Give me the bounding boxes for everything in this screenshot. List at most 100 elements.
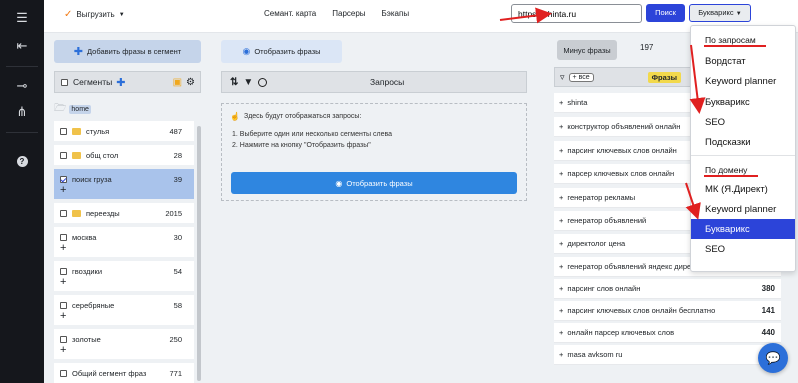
nav-backups[interactable]: Бэкапы	[382, 9, 410, 18]
phrase-text: генератор объявлений	[567, 216, 647, 225]
segment-item[interactable]: золотые 250 +	[54, 329, 194, 359]
nav-semantic-map[interactable]: Семант. карта	[264, 9, 316, 18]
add-phrases-to-segment-button[interactable]: ✚ Добавить фразы в сегмент	[54, 40, 201, 63]
filter-all-button[interactable]: + все	[568, 72, 594, 82]
segment-item[interactable]: Общий сегмент фраз 771	[54, 363, 194, 383]
segment-item[interactable]: гвоздики 54 +	[54, 261, 194, 291]
add-phrase-plus-icon[interactable]: +	[60, 345, 66, 356]
phrase-row[interactable]: + masa avksom ru	[554, 345, 781, 365]
plus-icon[interactable]: +	[559, 239, 563, 248]
key-icon[interactable]: ⊸	[12, 76, 32, 96]
menu-item-seo[interactable]: SEO	[691, 112, 795, 132]
segment-item[interactable]: поиск груза 39 +	[54, 169, 194, 199]
phrase-row[interactable]: + парсинг слов онлайн 380	[554, 279, 781, 299]
pointing-hand-icon: ☝	[230, 112, 240, 121]
menu-item-keyword-planner[interactable]: Keyword planner	[691, 71, 795, 91]
url-input[interactable]	[511, 4, 642, 23]
phrase-count: 197	[640, 43, 654, 52]
segment-count: 28	[173, 151, 182, 160]
plus-icon[interactable]: +	[559, 350, 563, 359]
segment-checkbox[interactable]	[60, 128, 67, 135]
segment-checkbox[interactable]	[60, 234, 67, 241]
annotation-underline	[704, 175, 758, 177]
plus-icon[interactable]: +	[559, 98, 563, 107]
main-area: ✚ Добавить фразы в сегмент Сегменты ✚ ▣ …	[44, 33, 554, 383]
phrase-row[interactable]: + парсинг ключевых слов онлайн бесплатно 1…	[554, 301, 781, 321]
plus-icon[interactable]: +	[559, 328, 563, 337]
segment-item[interactable]: серебряные 58 +	[54, 295, 194, 325]
segment-checkbox[interactable]	[60, 370, 67, 377]
add-phrase-plus-icon[interactable]: +	[60, 185, 66, 196]
show-phrases-label: Отобразить фразы	[254, 47, 321, 56]
plus-icon[interactable]: +	[559, 284, 563, 293]
minus-phrases-button[interactable]: Минус фразы	[557, 40, 617, 60]
filter-icon[interactable]: ▼	[243, 77, 253, 88]
segment-label: серебряные	[72, 301, 115, 310]
segment-count: 39	[173, 175, 182, 184]
menu-item-keyword-planner-domain[interactable]: Keyword planner	[691, 199, 795, 219]
sort-icon[interactable]: ⇅	[230, 77, 238, 88]
menu-item-bukvarix-domain[interactable]: Букварикс	[691, 219, 795, 239]
segment-checkbox[interactable]	[60, 176, 67, 183]
help-icon[interactable]: ?	[12, 150, 32, 170]
chat-button[interactable]: 💬	[758, 343, 788, 373]
segment-item[interactable]: общ стол 28	[54, 145, 194, 165]
menu-icon[interactable]: ☰	[12, 8, 32, 28]
menu-item-seo-domain[interactable]: SEO	[691, 239, 795, 259]
folder-add-icon[interactable]: ▣	[173, 77, 182, 88]
segment-item[interactable]: москва 30 +	[54, 227, 194, 257]
plus-icon[interactable]: +	[559, 262, 563, 271]
top-nav: Семант. карта Парсеры Бэкапы	[264, 9, 409, 18]
add-segment-icon[interactable]: ✚	[116, 76, 125, 89]
filter-icon[interactable]: ▿	[560, 72, 565, 83]
folder-icon	[72, 210, 81, 217]
segment-checkbox[interactable]	[60, 336, 67, 343]
logout-icon[interactable]: ⇤	[12, 36, 32, 56]
segments-select-all-checkbox[interactable]	[61, 78, 68, 86]
segments-scrollbar[interactable]	[197, 126, 201, 381]
add-phrase-plus-icon[interactable]: +	[60, 277, 66, 288]
phrase-text: shinta	[567, 98, 588, 107]
plus-icon[interactable]: +	[559, 216, 563, 225]
menu-item-bukvarix[interactable]: Букварикс	[691, 92, 795, 112]
plus-icon[interactable]: +	[559, 146, 563, 155]
menu-item-wordstat[interactable]: Вордстат	[691, 51, 795, 71]
plus-icon[interactable]: +	[559, 306, 563, 315]
nav-parsers[interactable]: Парсеры	[332, 9, 365, 18]
plus-icon[interactable]: +	[559, 122, 563, 131]
gear-icon[interactable]: ⚙	[186, 77, 195, 88]
segment-checkbox[interactable]	[60, 210, 67, 217]
segment-count: 250	[169, 335, 182, 344]
folder-open-icon: 🗁	[54, 103, 67, 114]
copy-icon[interactable]	[258, 77, 268, 87]
phrase-text: генератор рекламы	[567, 193, 636, 202]
add-phrase-plus-icon[interactable]: +	[60, 243, 66, 254]
phrase-frequency: 141	[761, 306, 775, 315]
folder-icon	[72, 128, 81, 135]
export-label: Выгрузить	[76, 10, 115, 19]
segment-count: 54	[173, 267, 182, 276]
provider-dropdown-button[interactable]: Букварикс ▼	[689, 4, 751, 22]
queries-empty-state: ☝ Здесь будут отображаться запросы: 1. В…	[221, 103, 527, 201]
phrase-text: парсинг слов онлайн	[567, 284, 641, 293]
search-button[interactable]: Поиск	[646, 4, 685, 22]
export-dropdown[interactable]: ✓ Выгрузить ▼	[64, 9, 125, 20]
phrase-frequency: 380	[761, 284, 775, 293]
segment-item[interactable]: переезды 2015	[54, 203, 194, 223]
segment-checkbox[interactable]	[60, 268, 67, 275]
hint-step: 2. Нажмите на кнопку "Отобразить фразы"	[232, 142, 371, 149]
menu-item-suggestions[interactable]: Подсказки	[691, 132, 795, 152]
home-breadcrumb[interactable]: 🗁 home	[54, 101, 91, 118]
plus-icon[interactable]: +	[559, 169, 563, 178]
segment-item[interactable]: стулья 487	[54, 121, 194, 141]
menu-item-mk-direct[interactable]: МК (Я.Директ)	[691, 179, 795, 199]
show-phrases-button[interactable]: ◉ Отобразить фразы	[221, 40, 342, 63]
show-phrases-big-button[interactable]: ◉ Отобразить фразы	[231, 172, 517, 194]
phrase-row[interactable]: + онлайн парсер ключевых слов 440	[554, 323, 781, 343]
segment-checkbox[interactable]	[60, 152, 67, 159]
hierarchy-icon[interactable]: ⋔	[12, 102, 32, 122]
segment-checkbox[interactable]	[60, 302, 67, 309]
provider-dropdown-menu: По запросам Вордстат Keyword planner Бук…	[690, 25, 796, 272]
plus-icon[interactable]: +	[559, 193, 563, 202]
add-phrase-plus-icon[interactable]: +	[60, 311, 66, 322]
